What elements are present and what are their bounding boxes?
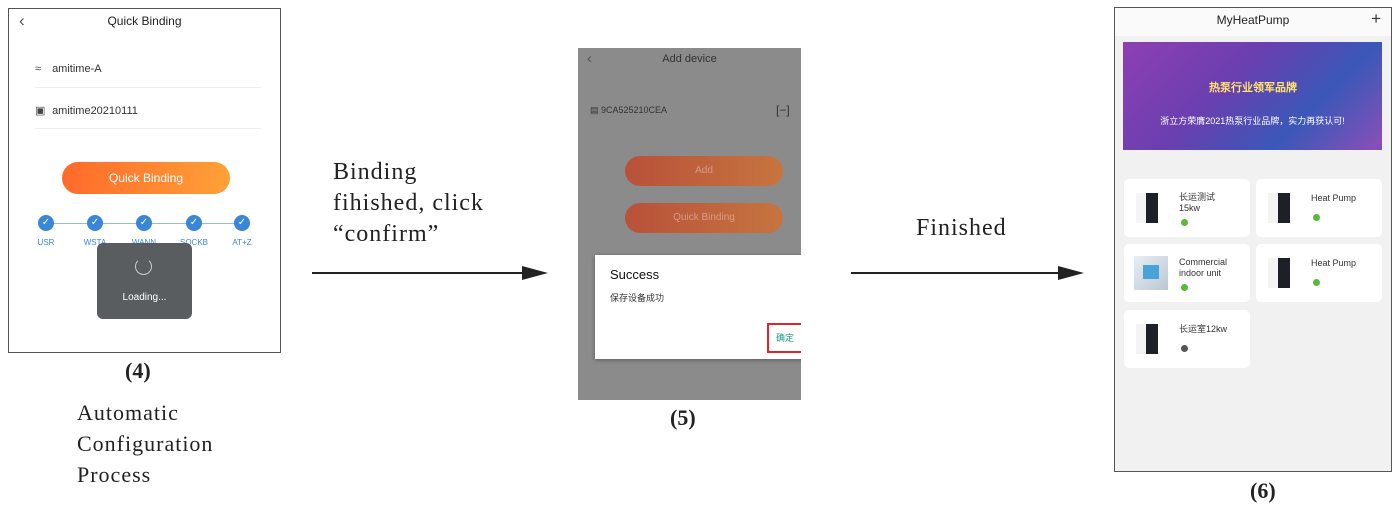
device-name: 长运室12kw [1179, 324, 1228, 334]
status-dot [1181, 219, 1188, 226]
device-id-row: ▤ 9CA525210CEA [590, 105, 668, 115]
arrow-label-line: fihished, click [333, 190, 484, 216]
quick-binding-button[interactable]: Quick Binding [62, 162, 230, 194]
status-dot [1181, 345, 1188, 352]
device-card[interactable]: Commercial indoor unit [1124, 244, 1250, 302]
caption-number-6: (6) [1250, 478, 1276, 503]
device-id: 9CA525210CEA [601, 105, 668, 115]
step-check-icon: ✓ [186, 215, 202, 231]
device-card[interactable]: 长运室12kw [1124, 310, 1250, 368]
banner-title: 热泵行业领军品牌 [1209, 82, 1297, 94]
heat-pump-thumbnail [1136, 193, 1158, 223]
plus-icon[interactable]: + [1371, 9, 1381, 29]
loading-text: Loading... [122, 292, 167, 303]
device-name: Commercial indoor unit [1179, 257, 1228, 278]
screen-header: MyHeatPump + [1115, 8, 1391, 36]
lock-icon: ▣ [35, 105, 46, 117]
heat-pump-thumbnail [1136, 324, 1158, 354]
step-check-icon: ✓ [136, 215, 152, 231]
wifi-ssid: amitime-A [52, 63, 102, 75]
arrow-head-icon [522, 266, 548, 280]
arrow-shaft-1 [312, 272, 526, 274]
scan-icon[interactable]: [−] [776, 103, 790, 117]
arrow-label-2: Finished [916, 215, 1007, 241]
device-card[interactable]: Heat Pump [1256, 179, 1382, 237]
step-check-icon: ✓ [87, 215, 103, 231]
wifi-password-row[interactable]: ▣ amitime20210111 [35, 104, 261, 129]
caption-number-5: (5) [670, 405, 696, 430]
dialog-message: 保存设备成功 [610, 293, 665, 303]
wifi-password: amitime20210111 [52, 105, 138, 117]
device-name: Heat Pump [1311, 258, 1357, 268]
screen-title: Quick Binding [107, 14, 182, 28]
arrow-label-line: “confirm” [333, 221, 440, 247]
device-card[interactable]: Heat Pump [1256, 244, 1382, 302]
step-label: AT+Z [232, 238, 252, 247]
screen-title: MyHeatPump [1216, 13, 1290, 27]
success-dialog: Success 保存设备成功 确定 [595, 255, 801, 359]
wifi-icon: ≈ [35, 63, 42, 75]
screen-title: Add device [662, 53, 717, 65]
heat-pump-thumbnail [1268, 193, 1290, 223]
status-dot [1313, 214, 1320, 221]
caption-line: Configuration [77, 431, 214, 456]
promo-banner[interactable]: 热泵行业领军品牌 浙立方荣膺2021热泵行业品牌，实力再获认可! [1123, 42, 1382, 150]
arrow-shaft-2 [851, 272, 1061, 274]
device-name: Heat Pump [1311, 193, 1357, 203]
loading-toast: Loading... [97, 243, 192, 319]
arrow-label-1: Binding fihished, click “confirm” [333, 157, 484, 250]
add-button[interactable]: Add [625, 156, 783, 186]
screen-header: ‹ Quick Binding [9, 9, 280, 35]
caption-text-4: Automatic Configuration Process [77, 397, 213, 490]
device-list-screen: MyHeatPump + 热泵行业领军品牌 浙立方荣膺2021热泵行业品牌，实力… [1114, 7, 1392, 472]
device-card[interactable]: 长运测试 15kw [1124, 179, 1250, 237]
device-name: 长运测试 15kw [1179, 192, 1216, 213]
wifi-ssid-row[interactable]: ≈ amitime-A [35, 63, 261, 88]
caption-line: Process [77, 462, 152, 487]
step-label: USR [37, 238, 55, 247]
arrow-label-line: Binding [333, 159, 418, 185]
add-device-screen: ‹ Add device ▤ 9CA525210CEA [−] Add Quic… [578, 48, 801, 400]
caption-line: Automatic [77, 400, 179, 425]
confirm-button[interactable]: 确定 [767, 323, 801, 353]
quick-binding-screen: ‹ Quick Binding ≈ amitime-A ▣ amitime202… [8, 8, 281, 353]
banner-subtitle: 浙立方荣膺2021热泵行业品牌，实力再获认可! [1160, 116, 1345, 126]
heat-pump-thumbnail [1268, 258, 1290, 288]
spinner-icon [135, 258, 152, 275]
step-check-icon: ✓ [38, 215, 54, 231]
status-dot [1181, 284, 1188, 291]
indoor-unit-thumbnail [1134, 256, 1168, 290]
quick-binding-button[interactable]: Quick Binding [625, 203, 783, 233]
arrow-head-icon [1058, 266, 1084, 280]
caption-number-4: (4) [125, 358, 151, 383]
status-dot [1313, 279, 1320, 286]
step-check-icon: ✓ [234, 215, 250, 231]
dialog-title: Success [610, 267, 660, 282]
